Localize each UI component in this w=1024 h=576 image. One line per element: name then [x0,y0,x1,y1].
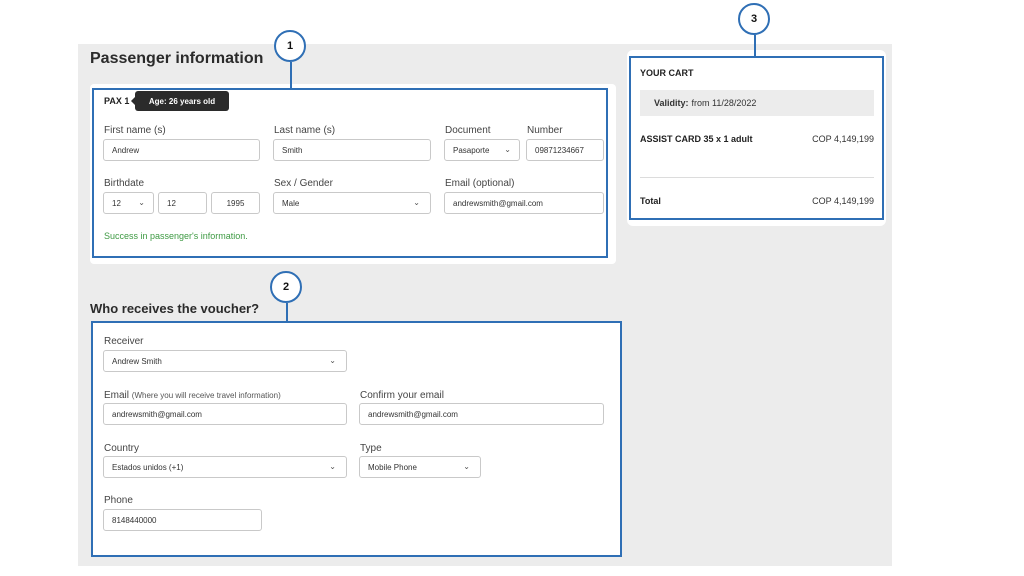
phone-value: 8148440000 [112,515,157,525]
country-label: Country [104,443,140,454]
country-value: Estados unidos (+1) [112,462,184,472]
cart-total-label: Total [640,196,661,206]
marker-3: 3 [738,3,770,35]
marker-1: 1 [274,30,306,62]
last-name-input[interactable]: Smith [273,139,431,161]
number-value: 09871234667 [535,145,584,155]
confirm-email-label: Confirm your email [360,390,444,401]
first-name-value: Andrew [112,145,140,155]
sex-select[interactable]: Male ⌄ [273,192,431,214]
receiver-value: Andrew Smith [112,356,162,366]
receiver-select[interactable]: Andrew Smith ⌄ [103,350,347,372]
marker-1-pin [290,62,292,88]
voucher-section-title: Who receives the voucher? [90,301,260,316]
confirm-email-input[interactable]: andrewsmith@gmail.com [359,403,604,425]
cart-item-name: ASSIST CARD 35 x 1 adult [640,134,753,144]
type-label: Type [360,443,382,454]
number-label: Number [527,125,563,136]
chevron-down-icon: ⌄ [504,145,511,155]
birth-month-input[interactable]: 12 [158,192,207,214]
sex-value: Male [282,198,300,208]
cart-title: YOUR CART [640,68,694,78]
passenger-email-label: Email (optional) [445,178,515,189]
document-value: Pasaporte [453,145,490,155]
chevron-down-icon: ⌄ [329,462,336,472]
phone-input[interactable]: 8148440000 [103,509,262,531]
last-name-label: Last name (s) [274,125,336,136]
phone-label: Phone [104,495,133,506]
passenger-email-value: andrewsmith@gmail.com [453,198,543,208]
cart-item-price: COP 4,149,199 [812,134,874,144]
validity-bar: Validity: from 11/28/2022 [640,90,874,116]
marker-2: 2 [270,271,302,303]
voucher-email-input[interactable]: andrewsmith@gmail.com [103,403,347,425]
voucher-email-label-text: Email [104,390,130,401]
validity-label: Validity: [654,98,689,108]
chevron-down-icon: ⌄ [329,356,336,366]
birthdate-label: Birthdate [104,178,145,189]
marker-2-pin [286,303,288,321]
pax-label: PAX 1 [104,96,130,106]
type-value: Mobile Phone [368,462,417,472]
passenger-section-title: Passenger information [90,50,264,67]
birth-day-value: 12 [112,198,121,208]
first-name-input[interactable]: Andrew [103,139,260,161]
sex-label: Sex / Gender [274,178,333,189]
cart-divider [640,177,874,178]
document-label: Document [445,125,491,136]
first-name-label: First name (s) [104,125,166,136]
chevron-down-icon: ⌄ [413,198,420,208]
passenger-email-input[interactable]: andrewsmith@gmail.com [444,192,604,214]
birth-year-value: 1995 [226,198,245,208]
marker-3-pin [754,35,756,56]
age-tooltip: Age: 26 years old [131,91,229,111]
chevron-down-icon: ⌄ [138,198,145,208]
confirm-email-value: andrewsmith@gmail.com [368,409,458,419]
cart-total-value: COP 4,149,199 [812,196,874,206]
success-message: Success in passenger's information. [104,231,248,241]
chevron-down-icon: ⌄ [463,462,470,472]
voucher-email-label: Email (Where you will receive travel inf… [104,390,281,401]
country-select[interactable]: Estados unidos (+1) ⌄ [103,456,347,478]
voucher-email-hint: (Where you will receive travel informati… [131,391,281,400]
receiver-label: Receiver [104,336,144,347]
voucher-email-value: andrewsmith@gmail.com [112,409,202,419]
document-select[interactable]: Pasaporte ⌄ [444,139,520,161]
number-input[interactable]: 09871234667 [526,139,604,161]
birth-day-select[interactable]: 12 ⌄ [103,192,154,214]
birth-year-input[interactable]: 1995 [211,192,260,214]
birth-month-value: 12 [167,198,176,208]
type-select[interactable]: Mobile Phone ⌄ [359,456,481,478]
validity-value: from 11/28/2022 [691,98,757,108]
last-name-value: Smith [282,145,303,155]
